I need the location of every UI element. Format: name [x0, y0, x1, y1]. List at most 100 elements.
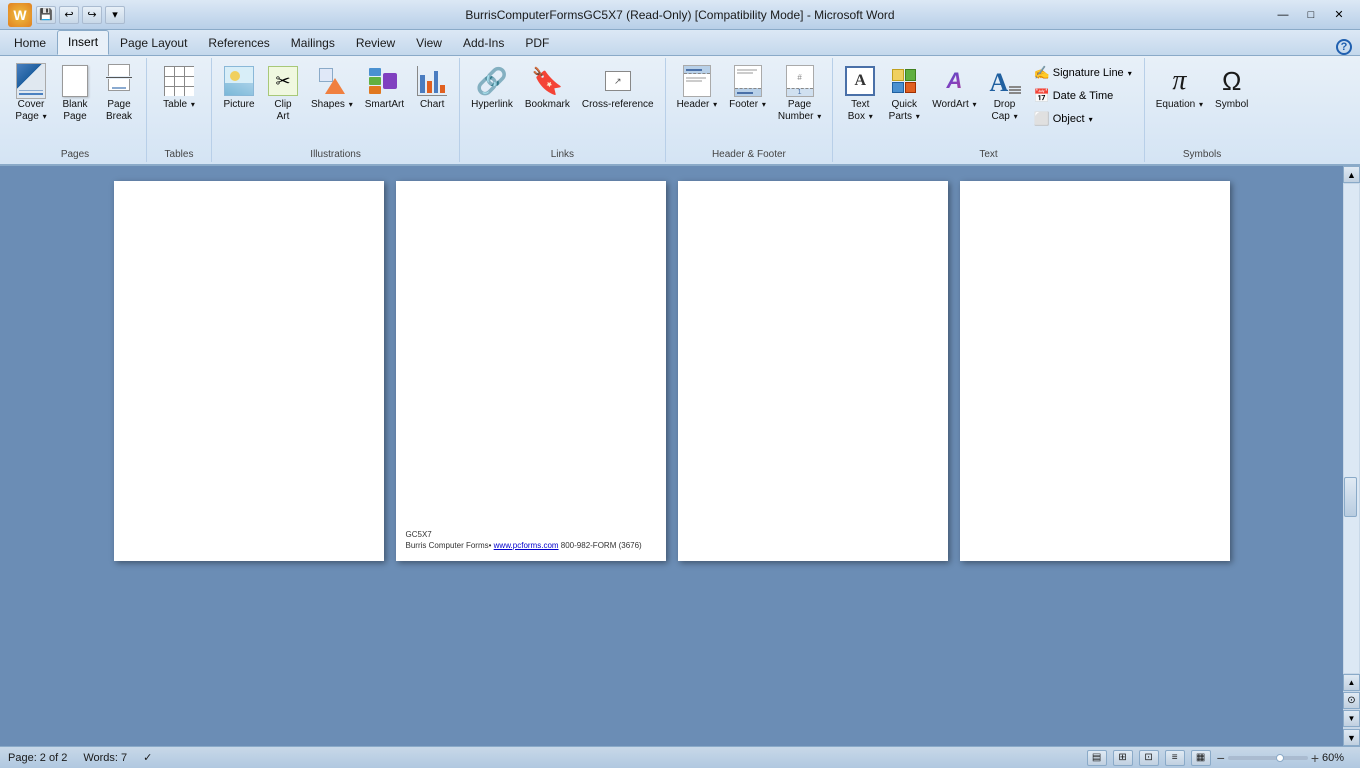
- group-pages: CoverPage ▾ BlankPage: [4, 58, 147, 162]
- symbol-button[interactable]: Ω Symbol: [1210, 62, 1253, 114]
- symbol-icon: Ω: [1216, 65, 1248, 97]
- scroll-down-button[interactable]: ▼: [1343, 729, 1360, 746]
- page-1: [114, 181, 384, 561]
- page-4: [960, 181, 1230, 561]
- zoom-thumb[interactable]: [1276, 754, 1284, 762]
- save-button[interactable]: 💾: [36, 6, 56, 24]
- cover-page-label: CoverPage ▾: [15, 99, 46, 123]
- clip-art-icon: ✂: [267, 65, 299, 97]
- redo-button[interactable]: ↪: [82, 6, 102, 24]
- quickaccess-toolbar: 💾 ↩ ↪ ▾: [36, 6, 125, 24]
- zoom-in-button[interactable]: +: [1311, 750, 1319, 766]
- maximize-button[interactable]: □: [1298, 6, 1324, 24]
- text-group-label: Text: [979, 145, 997, 160]
- equation-button[interactable]: π Equation ▾: [1151, 62, 1208, 114]
- view-outline-button[interactable]: ≡: [1165, 750, 1185, 766]
- pages-buttons: CoverPage ▾ BlankPage: [10, 60, 140, 145]
- tab-page-layout[interactable]: Page Layout: [110, 32, 197, 55]
- cross-reference-button[interactable]: ↗ Cross-reference: [577, 62, 659, 114]
- shapes-button[interactable]: Shapes ▾: [306, 62, 358, 114]
- group-text: A TextBox ▾ QuickParts ▾: [833, 58, 1145, 162]
- window-title: BurrisComputerFormsGC5X7 (Read-Only) [Co…: [465, 8, 894, 22]
- page-number-button[interactable]: # 1 PageNumber ▾: [773, 62, 826, 126]
- wordart-button[interactable]: A WordArt ▾: [927, 62, 981, 114]
- equation-icon: π: [1163, 65, 1195, 97]
- spellcheck-icon[interactable]: ✓: [143, 751, 152, 764]
- title-bar-left: W 💾 ↩ ↪ ▾: [8, 3, 125, 27]
- page-break-label: PageBreak: [106, 99, 132, 123]
- hyperlink-icon: 🔗: [476, 65, 508, 97]
- page-break-button[interactable]: PageBreak: [98, 62, 140, 126]
- wordart-icon: A: [938, 65, 970, 97]
- header-label: Header ▾: [677, 99, 718, 111]
- clip-art-button[interactable]: ✂ ClipArt: [262, 62, 304, 126]
- symbol-label: Symbol: [1215, 99, 1248, 111]
- tab-home[interactable]: Home: [4, 32, 56, 55]
- customize-button[interactable]: ▾: [105, 6, 125, 24]
- close-button[interactable]: ✕: [1326, 6, 1352, 24]
- drop-cap-button[interactable]: A DropCap ▾: [984, 62, 1026, 126]
- status-right: ▤ ⊞ ⊡ ≡ ▦ − + 60%: [1087, 750, 1352, 766]
- table-label: Table ▾: [163, 99, 195, 111]
- object-button[interactable]: ⬜ Object ▾: [1028, 108, 1138, 130]
- prev-page-button[interactable]: ▲: [1343, 674, 1360, 691]
- office-logo: W: [8, 3, 32, 27]
- signature-line-icon: ✍: [1034, 65, 1050, 81]
- date-time-icon: 📅: [1034, 88, 1050, 104]
- footer-button[interactable]: Footer ▾: [724, 62, 771, 114]
- bookmark-button[interactable]: 🔖 Bookmark: [520, 62, 575, 114]
- table-button[interactable]: Table ▾: [153, 62, 205, 114]
- page-3: [678, 181, 948, 561]
- page-2: GC5X7 Burris Computer Forms• www.pcforms…: [396, 181, 666, 561]
- quick-parts-label: QuickParts ▾: [889, 99, 920, 123]
- scroll-thumb[interactable]: [1344, 477, 1357, 517]
- page-number-icon: # 1: [784, 65, 816, 97]
- cover-page-button[interactable]: CoverPage ▾: [10, 62, 52, 126]
- date-time-button[interactable]: 📅 Date & Time: [1028, 85, 1138, 107]
- signature-line-button[interactable]: ✍ Signature Line ▾: [1028, 62, 1138, 84]
- hyperlink-button[interactable]: 🔗 Hyperlink: [466, 62, 518, 114]
- tab-addins[interactable]: Add-Ins: [453, 32, 514, 55]
- header-icon: [681, 65, 713, 97]
- tab-view[interactable]: View: [406, 32, 452, 55]
- text-box-icon: A: [844, 65, 876, 97]
- undo-button[interactable]: ↩: [59, 6, 79, 24]
- blank-page-button[interactable]: BlankPage: [54, 62, 96, 126]
- tab-mailings[interactable]: Mailings: [281, 32, 345, 55]
- help-button[interactable]: ?: [1336, 39, 1352, 55]
- ribbon-tabs: Home Insert Page Layout References Maili…: [0, 30, 1360, 56]
- tab-insert[interactable]: Insert: [57, 30, 109, 55]
- tab-review[interactable]: Review: [346, 32, 405, 55]
- minimize-button[interactable]: —: [1270, 6, 1296, 24]
- scroll-track[interactable]: [1344, 184, 1359, 673]
- view-draft-button[interactable]: ▦: [1191, 750, 1211, 766]
- smartart-button[interactable]: SmartArt: [360, 62, 409, 114]
- picture-button[interactable]: Picture: [218, 62, 260, 114]
- cross-reference-icon: ↗: [602, 65, 634, 97]
- next-page-button[interactable]: ▼: [1343, 710, 1360, 727]
- view-print-button[interactable]: ▤: [1087, 750, 1107, 766]
- tab-pdf[interactable]: PDF: [515, 32, 559, 55]
- tables-group-label: Tables: [165, 145, 194, 160]
- tab-references[interactable]: References: [198, 32, 279, 55]
- zoom-slider[interactable]: [1228, 751, 1308, 765]
- select-object-button[interactable]: ⊙: [1343, 692, 1360, 709]
- drop-cap-label: DropCap ▾: [991, 99, 1017, 123]
- scroll-up-button[interactable]: ▲: [1343, 166, 1360, 183]
- view-fullscreen-button[interactable]: ⊞: [1113, 750, 1133, 766]
- clip-art-label: ClipArt: [274, 99, 291, 123]
- zoom-percent: 60%: [1322, 752, 1352, 764]
- quick-parts-icon: [888, 65, 920, 97]
- header-button[interactable]: Header ▾: [672, 62, 723, 114]
- zoom-track: [1228, 756, 1308, 760]
- group-illustrations: Picture ✂ ClipArt Shapes ▾: [212, 58, 460, 162]
- quick-parts-button[interactable]: QuickParts ▾: [883, 62, 925, 126]
- zoom-out-button[interactable]: −: [1217, 750, 1225, 766]
- footer-link[interactable]: www.pcforms.com: [494, 541, 559, 550]
- table-icon: [163, 65, 195, 97]
- chart-button[interactable]: Chart: [411, 62, 453, 114]
- view-web-button[interactable]: ⊡: [1139, 750, 1159, 766]
- text-box-button[interactable]: A TextBox ▾: [839, 62, 881, 126]
- vertical-scrollbar[interactable]: ▲ ▲ ⊙ ▼ ▼: [1343, 166, 1360, 746]
- footer-label: Footer ▾: [729, 99, 766, 111]
